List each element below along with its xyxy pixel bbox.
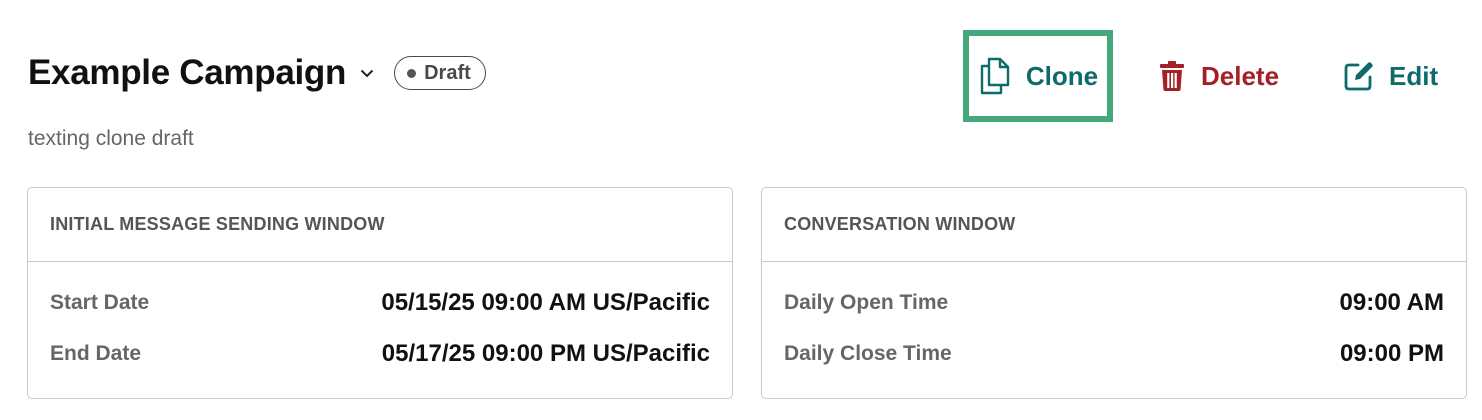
daily-close-time-row: Daily Close Time 09:00 PM	[784, 337, 1444, 371]
copy-icon	[978, 57, 1012, 95]
row-value: 05/17/25 09:00 PM US/Pacific	[381, 340, 710, 367]
row-label: End Date	[50, 342, 142, 365]
row-label: Daily Open Time	[784, 291, 949, 314]
daily-open-time-row: Daily Open Time 09:00 AM	[784, 286, 1444, 320]
status-badge-label: Draft	[424, 61, 471, 84]
row-label: Start Date	[50, 291, 150, 314]
conversation-window-card: CONVERSATION WINDOW Daily Open Time 09:0…	[761, 187, 1467, 399]
row-value: 09:00 AM	[1339, 289, 1444, 316]
campaign-page: Example Campaign Draft texting clone dra…	[0, 0, 1482, 420]
end-date-row: End Date 05/17/25 09:00 PM US/Pacific	[50, 337, 710, 371]
card-heading: INITIAL MESSAGE SENDING WINDOW	[28, 188, 732, 262]
delete-button-label: Delete	[1201, 60, 1280, 91]
edit-icon	[1343, 60, 1375, 92]
row-value: 09:00 PM	[1339, 340, 1444, 367]
delete-button[interactable]: Delete	[1159, 30, 1279, 122]
action-toolbar: Clone Delete Edit	[963, 30, 1453, 122]
row-label: Daily Close Time	[784, 342, 952, 365]
chevron-down-icon[interactable]	[358, 64, 376, 82]
page-title: Example Campaign	[28, 53, 347, 92]
edit-button-label: Edit	[1389, 60, 1439, 91]
clone-button-label: Clone	[1025, 60, 1099, 91]
card-heading: CONVERSATION WINDOW	[762, 188, 1466, 262]
trash-icon	[1159, 60, 1185, 92]
campaign-description: texting clone draft	[28, 127, 194, 150]
sending-window-card: INITIAL MESSAGE SENDING WINDOW Start Dat…	[27, 187, 733, 399]
title-row: Example Campaign Draft	[28, 50, 486, 96]
status-dot-icon	[407, 68, 417, 78]
row-value: 05/15/25 09:00 AM US/Pacific	[381, 289, 710, 316]
edit-button[interactable]: Edit	[1343, 30, 1438, 122]
start-date-row: Start Date 05/15/25 09:00 AM US/Pacific	[50, 286, 710, 320]
status-badge: Draft	[394, 56, 486, 90]
clone-button[interactable]: Clone	[963, 30, 1113, 122]
